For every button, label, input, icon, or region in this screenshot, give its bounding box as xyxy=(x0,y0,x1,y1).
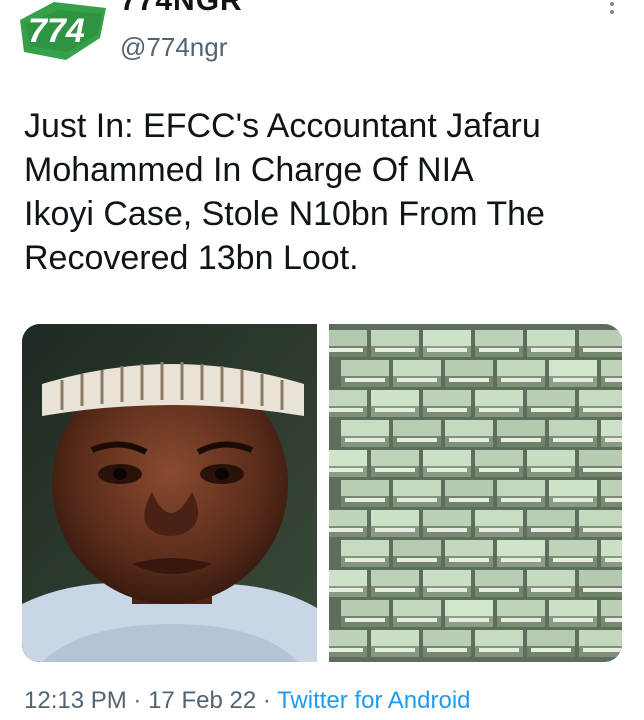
separator: · xyxy=(133,687,142,714)
stacked-banknotes-photo[interactable] xyxy=(329,324,622,662)
tweet-text-line: Just In: EFCC's Accountant Jafaru xyxy=(24,107,541,145)
tweet-card: 774 774NGR @774ngr Just In: EFCC's Accou… xyxy=(0,0,644,720)
avatar-logo-text: 774 xyxy=(28,12,85,50)
separator: · xyxy=(262,687,271,714)
user-handle[interactable]: @774ngr xyxy=(120,32,227,62)
tweet-text-line: Recovered 13bn Loot. xyxy=(24,239,359,277)
tweet-time[interactable]: 12:13 PM xyxy=(24,687,127,714)
tweet-source-link[interactable]: Twitter for Android xyxy=(277,687,470,714)
portrait-photo[interactable] xyxy=(22,324,317,662)
tweet-media xyxy=(22,324,622,662)
tweet-text-line: Ikoyi Case, Stole N10bn From The xyxy=(24,195,545,233)
tweet-text: Just In: EFCC's Accountant Jafaru Mohamm… xyxy=(24,104,624,280)
774-logo-icon: 774 xyxy=(20,2,106,60)
avatar[interactable]: 774 xyxy=(14,0,110,68)
more-vertical-icon[interactable] xyxy=(608,0,616,20)
display-name[interactable]: 774NGR xyxy=(120,0,243,16)
tweet-timestamp: 12:13 PM · 17 Feb 22 · Twitter for Andro… xyxy=(24,686,471,716)
tweet-text-line: Mohammed In Charge Of NIA xyxy=(24,151,474,189)
tweet-date[interactable]: 17 Feb 22 xyxy=(148,687,256,714)
